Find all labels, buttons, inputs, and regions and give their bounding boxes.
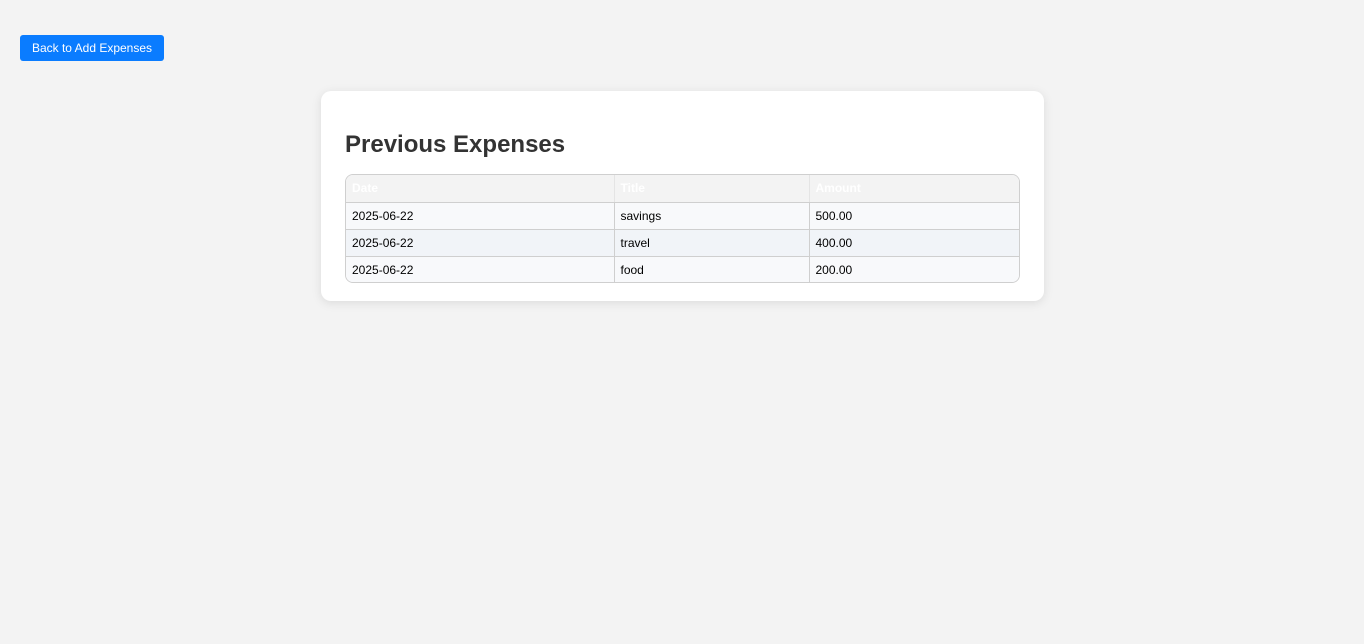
expenses-table-container: Date Title Amount 2025-06-22 savings 500… <box>345 174 1020 283</box>
cell-date: 2025-06-22 <box>346 229 615 257</box>
table-header-row: Date Title Amount <box>346 175 1019 203</box>
expenses-card: Previous Expenses Date Title Amount 2025… <box>321 91 1044 301</box>
table-row: 2025-06-22 food 200.00 <box>346 256 1019 282</box>
cell-title: food <box>614 256 810 282</box>
column-header-date: Date <box>346 175 615 203</box>
table-row: 2025-06-22 travel 400.00 <box>346 229 1019 257</box>
table-row: 2025-06-22 savings 500.00 <box>346 202 1019 230</box>
cell-amount: 500.00 <box>809 202 1019 230</box>
expenses-table: Date Title Amount 2025-06-22 savings 500… <box>346 175 1019 282</box>
cell-title: travel <box>614 229 810 257</box>
cell-date: 2025-06-22 <box>346 202 615 230</box>
column-header-amount: Amount <box>809 175 1019 203</box>
back-to-add-expenses-button[interactable]: Back to Add Expenses <box>20 35 164 61</box>
cell-date: 2025-06-22 <box>346 256 615 282</box>
cell-title: savings <box>614 202 810 230</box>
column-header-title: Title <box>614 175 810 203</box>
cell-amount: 200.00 <box>809 256 1019 282</box>
page-title: Previous Expenses <box>345 131 566 158</box>
cell-amount: 400.00 <box>809 229 1019 257</box>
